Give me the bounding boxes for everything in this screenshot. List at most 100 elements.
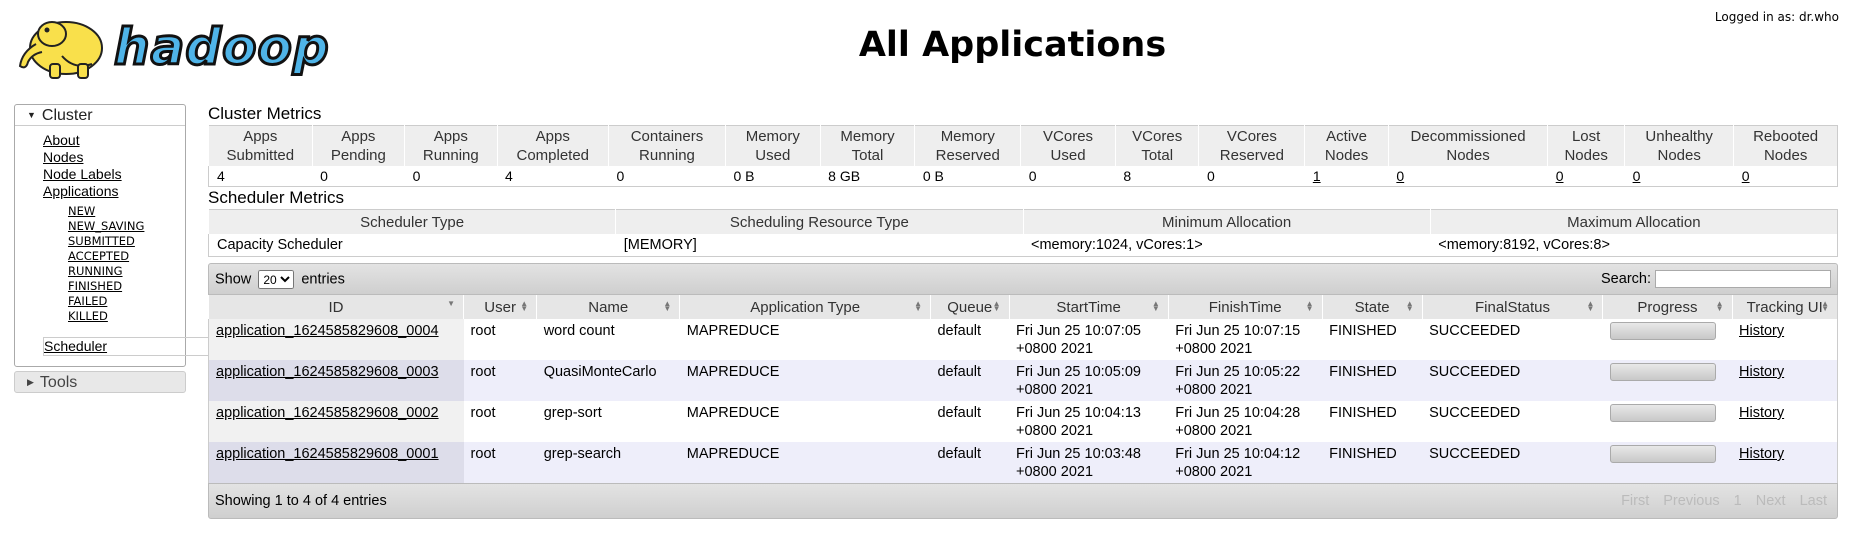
metric-header-line: Nodes [1324,147,1369,164]
table-row: application_1624585829608_0002 root grep-s… [208,401,1838,442]
start-time-line: Fri Jun 25 10:03:48 [1016,446,1141,462]
nav-link-applications[interactable]: Applications [43,183,185,200]
column-header[interactable]: User ▲ ▼ [463,295,537,319]
app-id-cell: application_1624585829608_0002 [208,401,464,442]
column-header[interactable]: StartTime ▲ ▼ [1008,295,1169,319]
pager-last-button[interactable]: Last [1800,493,1827,509]
search-input[interactable] [1655,270,1831,288]
start-time-cell: Fri Jun 25 10:05:09 +0800 2021 [1009,360,1169,401]
metric-value-link[interactable]: 0 [1396,168,1404,184]
column-header[interactable]: Name ▲ ▼ [536,295,680,319]
metric-header-line: Total [1141,147,1174,164]
triangle-down-icon: ▼ [27,110,36,120]
app-type-cell: MAPREDUCE [679,319,931,360]
name-cell: grep-sort [536,401,680,442]
metric-value-link[interactable]: 1 [1313,168,1321,184]
metric-value-cell: 0 [1206,168,1215,184]
pager-page-1-button[interactable]: 1 [1734,493,1742,509]
pager-first-button[interactable]: First [1621,493,1649,509]
user-cell: root [463,401,537,442]
column-header[interactable]: FinalStatus ▲ ▼ [1421,295,1603,319]
progress-bar [1609,322,1716,340]
app-id-link[interactable]: application_1624585829608_0004 [216,323,439,339]
nav-link-about[interactable]: About [43,132,185,149]
metric-header: Memory Reserved [914,125,1021,166]
metric-header-line: Pending [330,147,386,164]
metric-header-line: Decommissioned [1410,128,1526,145]
metric-header: VCores Total [1114,125,1199,166]
header-bar: hadoop All Applications Logged in as: dr… [0,0,1853,100]
state-link-finished[interactable]: FINISHED [68,279,185,294]
nav-link-nodes[interactable]: Nodes [43,149,185,166]
scheduler-header: Maximum Allocation [1429,209,1838,234]
state-link-submitted[interactable]: SUBMITTED [68,234,185,249]
history-link[interactable]: History [1739,405,1784,421]
metric-value-cell: 8 GB [828,168,861,184]
column-header-label: State [1354,298,1390,316]
metric-value-cell: 0 [412,168,421,184]
app-id-link[interactable]: application_1624585829608_0003 [216,364,439,380]
metric-header-line: Apps [433,128,468,145]
table-toolbar: Show 20 entries Search: [208,263,1838,295]
column-header-label: Progress [1637,298,1698,316]
history-link[interactable]: History [1739,446,1784,462]
metric-header: Memory Used [724,125,821,166]
column-header[interactable]: Queue ▲ ▼ [929,295,1010,319]
column-header[interactable]: Application Type ▲ ▼ [679,295,931,319]
column-header[interactable]: Tracking UI ▲ ▼ [1731,295,1838,319]
column-header-label: StartTime [1056,298,1121,316]
column-header-label: Queue [947,298,993,316]
pager-previous-button[interactable]: Previous [1663,493,1719,509]
metric-header-line: Memory [840,128,895,145]
start-time-line: Fri Jun 25 10:05:09 [1016,364,1141,380]
state-link-running[interactable]: RUNNING [68,264,185,279]
metric-header-line: Lost [1571,128,1601,145]
queue-cell: default [930,319,1010,360]
metric-header: Apps Submitted [208,125,313,166]
entries-label: entries [301,271,345,288]
metric-value-cell: 0 [616,168,625,184]
column-header[interactable]: ID ▼ [207,295,464,319]
state-link-new-saving[interactable]: NEW_SAVING [68,219,185,234]
column-header[interactable]: FinishTime ▲ ▼ [1167,295,1323,319]
history-link[interactable]: History [1739,323,1784,339]
app-id-link[interactable]: application_1624585829608_0002 [216,405,439,421]
tracking-ui-cell: History [1732,319,1838,360]
column-header[interactable]: Progress ▲ ▼ [1602,295,1732,319]
page-length-select[interactable]: 20 [258,270,295,289]
scheduler-value: <memory:1024, vCores:1> [1031,237,1203,253]
scheduler-value: Capacity Scheduler [217,237,343,253]
metric-value-cell: 4 [217,168,225,184]
column-header[interactable]: State ▲ ▼ [1321,295,1423,319]
metric-value-cell: 0 B [733,168,755,184]
metric-value-link[interactable]: 0 [1633,168,1641,184]
state-cell: FINISHED [1322,401,1423,442]
app-id-link[interactable]: application_1624585829608_0001 [216,446,439,462]
cluster-nav: ▼ Cluster About Nodes Node Labels Applica… [14,104,1675,367]
state-link-accepted[interactable]: ACCEPTED [68,249,185,264]
sort-icon: ▲ ▼ [663,299,672,313]
nav-link-node-labels[interactable]: Node Labels [43,166,185,183]
state-link-new[interactable]: NEW [68,204,185,219]
app-id-cell: application_1624585829608_0004 [208,319,464,360]
cluster-label: Cluster [41,107,93,124]
finish-time-cell: Fri Jun 25 10:04:12 +0800 2021 [1168,442,1323,483]
sort-icon: ▲ ▼ [520,299,529,313]
progress-cell [1602,360,1732,401]
pager-next-button[interactable]: Next [1756,493,1786,509]
state-link-failed[interactable]: FAILED [68,294,185,309]
start-time-line: +0800 2021 [1016,464,1094,480]
history-link[interactable]: History [1739,364,1784,380]
state-link-killed[interactable]: KILLED [68,309,185,324]
applications-table: ID ▼ User ▲ ▼ Name ▲ ▼ Application Type ▲ ▼ Queue ▲ ▼… [207,295,1838,483]
login-status: Logged in as: dr.who [1714,10,1839,24]
metric-value-cell: 1 [1305,166,1389,187]
sort-icon: ▲ ▼ [1586,299,1595,313]
metric-value-link[interactable]: 0 [1556,168,1564,184]
cluster-toggle[interactable]: ▼ Cluster [15,105,185,126]
metric-value-cell: 0 [1625,166,1734,187]
tools-toggle[interactable]: ▶ Tools [14,371,186,393]
sort-icon: ▲ ▼ [992,299,1001,313]
metric-value-link[interactable]: 0 [1742,168,1750,184]
column-header-label: Name [588,298,629,316]
